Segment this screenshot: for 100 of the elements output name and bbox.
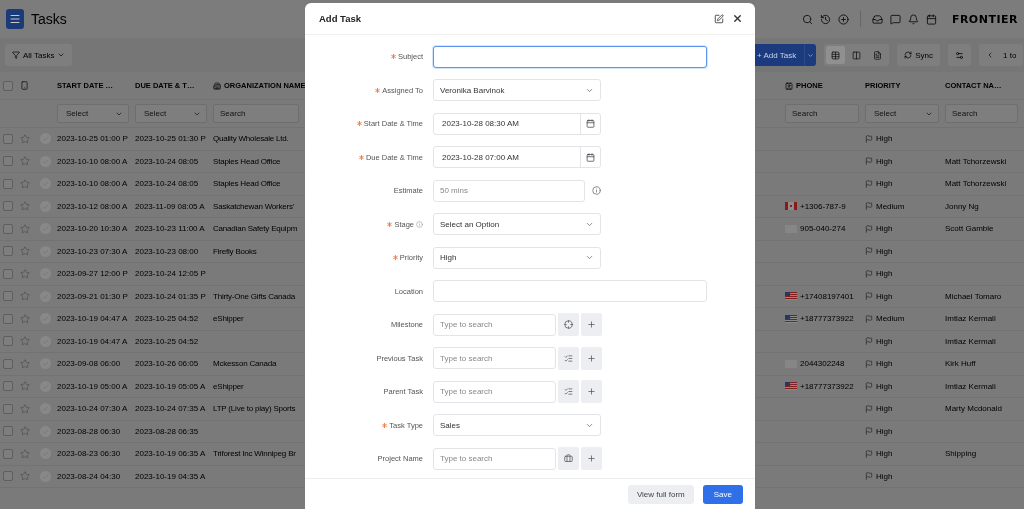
- filter-select[interactable]: Select: [57, 104, 129, 123]
- edit-icon[interactable]: [714, 13, 724, 24]
- star-icon[interactable]: [20, 223, 30, 234]
- save-button[interactable]: Save: [702, 484, 743, 504]
- device-icon: [20, 81, 29, 90]
- flag-icon: [865, 337, 873, 346]
- star-icon[interactable]: [20, 336, 30, 347]
- estimate-field[interactable]: 50 mins: [433, 179, 585, 202]
- crosshair-button[interactable]: [558, 313, 579, 337]
- checkbox[interactable]: [3, 358, 13, 369]
- filter-button[interactable]: All Tasks: [5, 44, 73, 66]
- filter-search-field[interactable]: Search: [213, 104, 299, 123]
- star-icon[interactable]: [20, 268, 30, 279]
- star-icon[interactable]: [20, 448, 30, 459]
- select-field[interactable]: High: [433, 246, 601, 269]
- calendar-icon[interactable]: [925, 13, 937, 25]
- checkbox[interactable]: [3, 223, 13, 234]
- checkbox[interactable]: [3, 381, 13, 392]
- star-icon[interactable]: [20, 381, 30, 392]
- crosshair-icon: [564, 320, 573, 330]
- view-toggle-button[interactable]: [826, 46, 846, 64]
- canada-flag-icon: [785, 202, 797, 211]
- add-button[interactable]: [581, 380, 602, 404]
- page-title: Tasks: [31, 11, 67, 27]
- plus-circle-icon[interactable]: [837, 13, 849, 25]
- checkbox[interactable]: [3, 426, 13, 437]
- add-task-button[interactable]: + Add Task: [755, 44, 805, 66]
- list-button[interactable]: [558, 346, 579, 370]
- bell-icon[interactable]: [907, 13, 919, 25]
- pager-button[interactable]: 1 to: [979, 44, 1024, 66]
- select-field[interactable]: Select an Option: [433, 213, 601, 236]
- search-field[interactable]: Type to search: [433, 447, 556, 470]
- list-icon: [564, 353, 573, 363]
- checkbox[interactable]: [3, 336, 13, 347]
- search-field[interactable]: Type to search: [433, 380, 556, 403]
- table-cell-text: Canadian Safety Equipm: [213, 224, 299, 234]
- view-full-form-button[interactable]: View full form: [627, 484, 694, 504]
- table-cell: High: [876, 134, 893, 144]
- table-cell: 2044302248: [800, 359, 845, 369]
- chat-icon[interactable]: [889, 13, 901, 25]
- checkbox[interactable]: [3, 133, 13, 144]
- table-cell-text: 2023-10-19 05:00 A: [57, 381, 129, 391]
- text-field[interactable]: [433, 45, 707, 68]
- checkbox[interactable]: [3, 201, 13, 212]
- checkbox[interactable]: [3, 291, 13, 302]
- briefcase-button[interactable]: [558, 447, 579, 471]
- table-cell-text: Quality Wholesale Ltd.: [213, 134, 290, 144]
- flag-icon: [865, 472, 873, 481]
- flag-icon: [865, 359, 873, 368]
- checkbox[interactable]: [3, 178, 13, 189]
- star-icon[interactable]: [20, 426, 30, 437]
- table-cell-text: Staples Head Office: [213, 179, 282, 189]
- select-field[interactable]: Sales: [433, 414, 601, 437]
- star-icon[interactable]: [20, 471, 30, 482]
- date-field[interactable]: 2023-10-28 08:30 AM: [433, 112, 601, 135]
- checkbox[interactable]: [3, 471, 13, 482]
- briefcase-icon: [564, 454, 573, 464]
- add-button[interactable]: [581, 447, 602, 471]
- filter-search-field[interactable]: Search: [945, 104, 1018, 123]
- checkbox[interactable]: [3, 448, 13, 459]
- caret-button[interactable]: [804, 44, 817, 66]
- filter-search-field[interactable]: Search: [785, 104, 859, 123]
- checkbox[interactable]: [3, 313, 13, 324]
- search-field[interactable]: Type to search: [433, 347, 556, 370]
- search-icon[interactable]: [801, 13, 813, 25]
- checkbox[interactable]: [3, 80, 13, 91]
- star-icon[interactable]: [20, 291, 30, 302]
- add-button[interactable]: [581, 346, 602, 370]
- menu-icon: [9, 13, 21, 25]
- star-icon[interactable]: [20, 201, 30, 212]
- star-icon[interactable]: [20, 358, 30, 369]
- checkbox[interactable]: [3, 156, 13, 167]
- checkbox[interactable]: [3, 246, 13, 257]
- star-icon[interactable]: [20, 178, 30, 189]
- table-cell: High: [876, 269, 893, 279]
- checkbox[interactable]: [3, 403, 13, 414]
- star-icon[interactable]: [20, 246, 30, 257]
- sync-button[interactable]: Sync: [897, 44, 940, 66]
- filter-select[interactable]: Select: [135, 104, 207, 123]
- history-icon[interactable]: [819, 13, 831, 25]
- star-icon[interactable]: [20, 313, 30, 324]
- list-button[interactable]: [558, 380, 579, 404]
- table-cell-text: 2023-10-19 05:05 A: [135, 381, 207, 391]
- table-cell: High: [876, 449, 893, 459]
- info-icon: [592, 186, 601, 196]
- add-button[interactable]: [581, 313, 602, 337]
- checkbox[interactable]: [3, 268, 13, 279]
- inbox-icon[interactable]: [871, 13, 883, 25]
- menu-button[interactable]: [6, 9, 24, 29]
- filter-select[interactable]: Select: [865, 104, 939, 123]
- settings-button[interactable]: [948, 44, 971, 66]
- star-icon[interactable]: [20, 403, 30, 414]
- date-field[interactable]: 2023-10-28 07:00 AM: [433, 146, 601, 169]
- select-field[interactable]: Veronika Barvinok: [433, 79, 601, 102]
- search-field[interactable]: Type to search: [433, 313, 556, 336]
- star-icon[interactable]: [20, 156, 30, 167]
- table-cell-text: Scott Gamble: [945, 224, 995, 234]
- table-cell-text: Saskatchewan Workers': [213, 201, 296, 211]
- star-icon[interactable]: [20, 133, 30, 144]
- close-icon[interactable]: [732, 13, 743, 24]
